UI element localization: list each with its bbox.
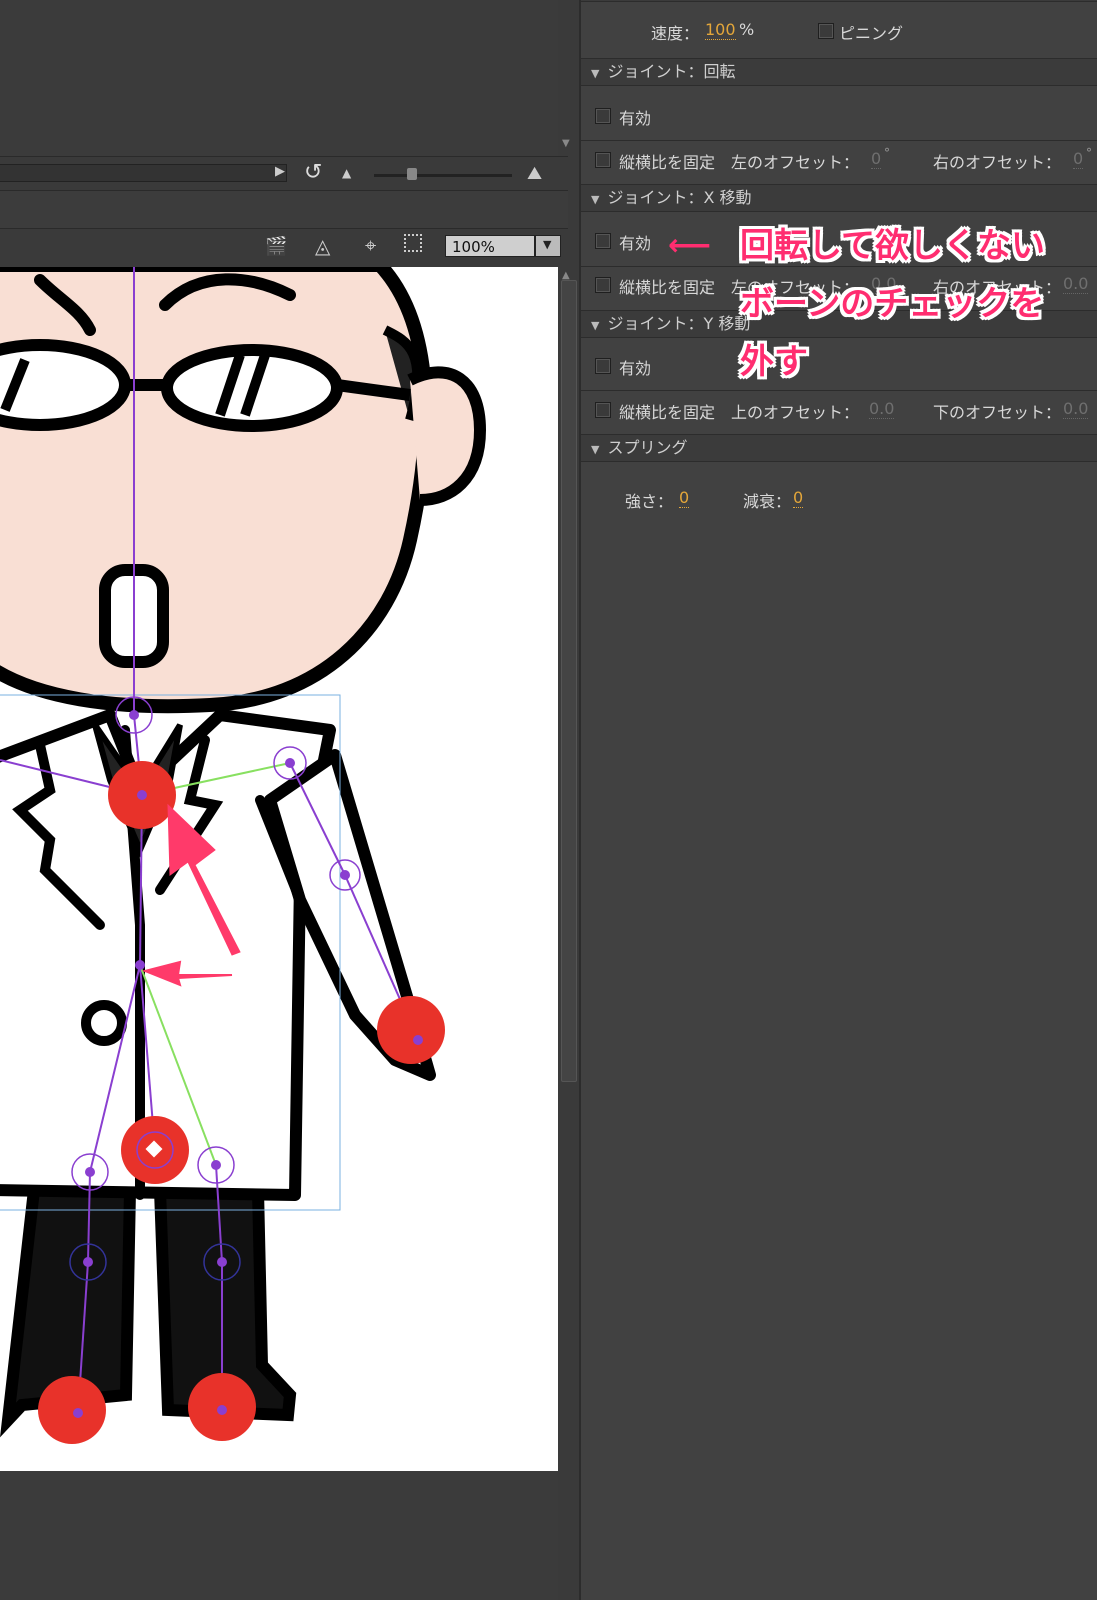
spring-damping-value[interactable]: 0 xyxy=(793,488,804,508)
pasteboard xyxy=(0,1471,558,1600)
rotation-right-offset-label: 右のオフセット： xyxy=(933,153,1062,172)
speed-row: 速度： 100 % ピニング xyxy=(581,0,1097,59)
spring-section-header[interactable]: ▼ スプリング xyxy=(581,434,1097,462)
rotation-left-offset-label: 左のオフセット： xyxy=(731,153,860,172)
disclosure-triangle-icon: ▼ xyxy=(591,443,600,456)
timeline-horizontal-scroll[interactable] xyxy=(0,164,287,182)
rotation-right-offset-unit: ° xyxy=(1086,146,1092,160)
x-move-enabled-checkbox[interactable] xyxy=(595,233,611,249)
rotation-offset-row: 縦横比を固定 左のオフセット： 0 ° 右のオフセット： 0 ° xyxy=(581,140,1097,184)
x-move-lock-aspect-label: 縦横比を固定 xyxy=(619,278,716,297)
spring-damping-label: 減衰： xyxy=(743,492,792,511)
lab-coat xyxy=(0,709,436,1201)
scroll-down-arrow-icon[interactable]: ▼ xyxy=(562,138,570,149)
y-move-top-offset-label: 上のオフセット： xyxy=(731,403,860,422)
rotation-lock-aspect-label: 縦横比を固定 xyxy=(619,153,716,172)
rotation-lock-aspect-checkbox[interactable] xyxy=(595,152,611,168)
rotation-enabled-label: 有効 xyxy=(619,109,652,128)
annotation-line-1: 回転して欲しくない xyxy=(740,226,1045,266)
coat-button xyxy=(81,1000,127,1046)
spring-strength-label: 強さ： xyxy=(625,492,674,511)
y-move-bottom-offset-value[interactable]: 0.0 xyxy=(1063,399,1089,419)
small-mountain-icon[interactable]: ▲ xyxy=(342,166,351,180)
pinning-checkbox[interactable] xyxy=(818,23,834,39)
x-move-lock-aspect-checkbox[interactable] xyxy=(595,277,611,293)
zoom-field[interactable]: 100% xyxy=(445,235,535,257)
x-move-right-offset-value[interactable]: 0.0 xyxy=(1063,274,1089,294)
zoom-dropdown-button[interactable]: ▼ xyxy=(535,235,561,257)
y-move-enabled-label: 有効 xyxy=(619,359,652,378)
rotation-section-header[interactable]: ▼ ジョイント：回転 xyxy=(581,58,1097,86)
y-move-enabled-checkbox[interactable] xyxy=(595,358,611,374)
rotation-right-offset-value[interactable]: 0 xyxy=(1073,149,1084,169)
spring-header-label: スプリング xyxy=(607,438,688,457)
symbol-icon[interactable]: ◬ xyxy=(315,234,330,258)
rotation-enabled-checkbox[interactable] xyxy=(595,108,611,124)
annotation-line-2: ボーンのチェックを xyxy=(740,284,1045,324)
speed-unit: % xyxy=(739,20,755,39)
clip-icon[interactable] xyxy=(404,234,422,252)
stage-canvas[interactable] xyxy=(0,267,558,1471)
x-move-enabled-label: 有効 xyxy=(619,234,652,253)
loop-icon[interactable]: ↺ xyxy=(304,160,322,185)
rotation-left-offset-value[interactable]: 0 xyxy=(871,149,882,169)
y-move-top-offset-value[interactable]: 0.0 xyxy=(869,399,895,419)
x-move-header-label: ジョイント：X 移動 xyxy=(607,188,752,207)
center-stage-icon[interactable]: ⌖ xyxy=(365,233,376,257)
x-move-section-header[interactable]: ▼ ジョイント：X 移動 xyxy=(581,184,1097,212)
stage-scroll-thumb[interactable] xyxy=(561,280,577,1082)
chevron-down-icon: ▼ xyxy=(543,238,552,251)
clapboard-icon[interactable]: 🎬 xyxy=(265,236,287,257)
zoom-slider-track[interactable] xyxy=(374,174,512,177)
annotation-line-3: 外す xyxy=(740,342,808,382)
y-move-offset-row: 縦横比を固定 上のオフセット： 0.0 下のオフセット： 0.0 xyxy=(581,390,1097,434)
timeline-layers-area xyxy=(0,0,568,156)
annotation-arrow-icon: ⟵ xyxy=(668,228,712,263)
pinning-label: ピニング xyxy=(839,24,904,43)
disclosure-triangle-icon: ▼ xyxy=(591,193,600,206)
rotation-left-offset-unit: ° xyxy=(884,146,890,160)
large-mountain-icon[interactable]: ⛰ xyxy=(527,163,542,184)
disclosure-triangle-icon: ▼ xyxy=(591,319,600,332)
y-move-enabled-row: 有効 xyxy=(581,338,1097,391)
rotation-enabled-row: 有効 xyxy=(581,86,1097,141)
speed-value[interactable]: 100 xyxy=(705,20,736,40)
spring-strength-value[interactable]: 0 xyxy=(679,488,690,508)
rotation-header-label: ジョイント：回転 xyxy=(607,62,736,81)
zoom-slider-thumb[interactable] xyxy=(407,168,417,180)
scroll-right-arrow-icon[interactable]: ▶ xyxy=(275,164,285,179)
character-artwork xyxy=(0,267,487,1444)
disclosure-triangle-icon: ▼ xyxy=(591,67,600,80)
spring-row: 強さ： 0 減衰： 0 xyxy=(581,462,1097,522)
y-move-bottom-offset-label: 下のオフセット： xyxy=(933,403,1062,422)
timeline-vertical-scrollbar[interactable]: ▼ xyxy=(558,0,578,156)
head xyxy=(0,267,487,714)
y-move-lock-aspect-label: 縦横比を固定 xyxy=(619,403,716,422)
y-move-header-label: ジョイント：Y 移動 xyxy=(607,314,751,333)
speed-label: 速度： xyxy=(651,24,700,43)
y-move-lock-aspect-checkbox[interactable] xyxy=(595,402,611,418)
document-tab-bar xyxy=(0,190,568,229)
